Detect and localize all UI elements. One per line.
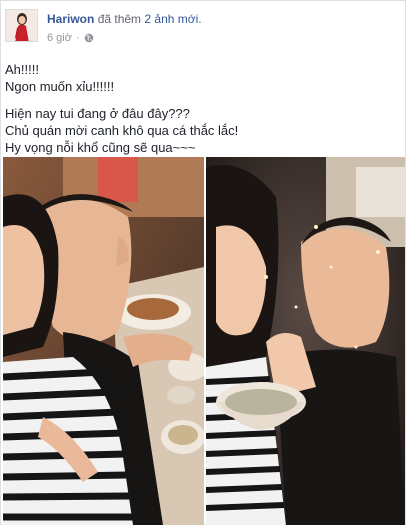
feed-post: Hariwon đã thêm 2 ảnh mới. 6 giờ · Ah!!!… [0, 0, 406, 525]
meta-separator: · [75, 32, 80, 44]
post-text: Ah!!!!! Ngon muốn xỉu!!!!!! Hiện nay tui… [5, 61, 401, 156]
post-text-line: Ngon muốn xỉu!!!!!! [5, 79, 115, 94]
post-photo-left[interactable] [3, 157, 204, 525]
author-name-link[interactable]: Hariwon [47, 12, 94, 26]
post-timestamp-link[interactable]: 6 giờ [47, 32, 72, 44]
post-text-line: Ah!!!!! [5, 62, 39, 77]
author-avatar[interactable] [5, 9, 38, 42]
post-photo-right[interactable] [206, 157, 405, 525]
globe-icon[interactable] [84, 33, 94, 43]
new-photos-link[interactable]: 2 ảnh mới [144, 12, 198, 26]
post-text-line: Hiện nay tui đang ở đâu đây??? [5, 106, 190, 121]
post-header: Hariwon đã thêm 2 ảnh mới. [47, 12, 202, 26]
post-text-line: Chủ quán mời canh khô qua cá thắc lắc! [5, 123, 239, 138]
post-text-line: Hy vọng nỗi khổ cũng sẽ qua~~~ [5, 140, 196, 155]
post-meta: 6 giờ · [47, 32, 94, 44]
post-action-text: đã thêm [97, 12, 142, 26]
header-period: . [198, 12, 202, 26]
